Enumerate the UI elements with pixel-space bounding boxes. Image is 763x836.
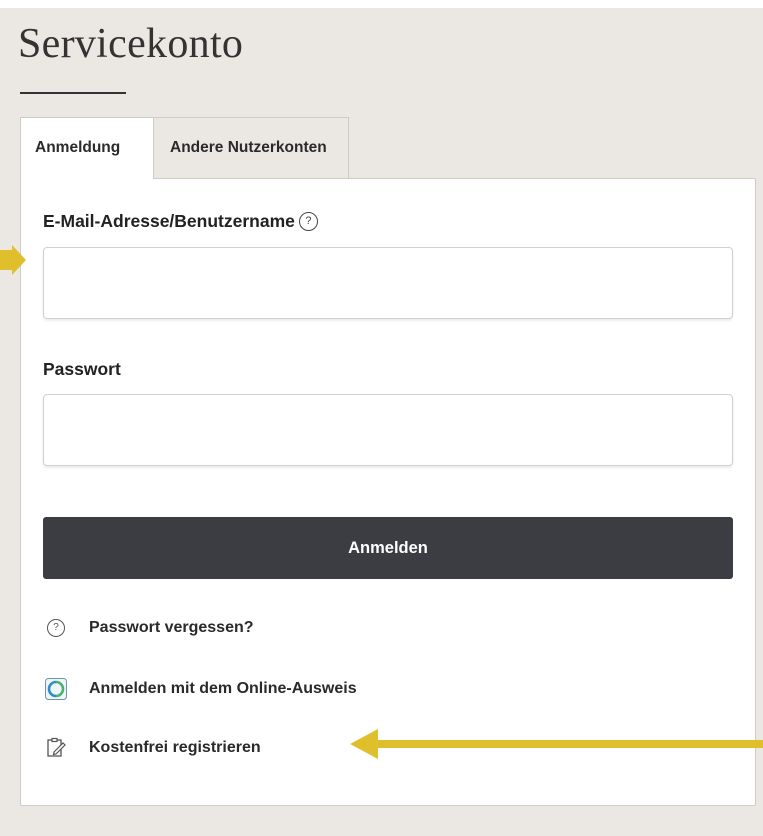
arrow-icon: [0, 245, 26, 275]
forgot-password-link[interactable]: ? Passwort vergessen?: [45, 619, 254, 637]
email-label: E-Mail-Adresse/Benutzername: [43, 211, 295, 231]
tab-anmeldung[interactable]: Anmeldung: [20, 117, 154, 179]
login-panel: E-Mail-Adresse/Benutzername? Passwort An…: [20, 178, 756, 806]
online-ausweis-link[interactable]: Anmelden mit dem Online-Ausweis: [45, 678, 357, 700]
forgot-password-label: Passwort vergessen?: [89, 619, 254, 636]
email-field[interactable]: [43, 247, 733, 319]
help-circle-icon[interactable]: ?: [298, 211, 318, 231]
tab-andere-nutzerkonten[interactable]: Andere Nutzerkonten: [154, 117, 349, 178]
password-field[interactable]: [43, 394, 733, 466]
edit-form-icon: [45, 737, 67, 759]
online-ausweis-icon: [45, 678, 67, 700]
question-circle-icon: ?: [47, 619, 65, 637]
register-link[interactable]: Kostenfrei registrieren: [45, 737, 261, 759]
register-label: Kostenfrei registrieren: [89, 739, 261, 756]
arrow-icon: [350, 729, 763, 759]
title-underline: [20, 92, 126, 94]
email-label-row: E-Mail-Adresse/Benutzername?: [43, 211, 318, 232]
page-title: Servicekonto: [18, 21, 244, 67]
login-button[interactable]: Anmelden: [43, 517, 733, 579]
password-label: Passwort: [43, 359, 121, 379]
online-ausweis-label: Anmelden mit dem Online-Ausweis: [89, 680, 357, 697]
page-background: Servicekonto Anmeldung Andere Nutzerkont…: [0, 8, 763, 836]
